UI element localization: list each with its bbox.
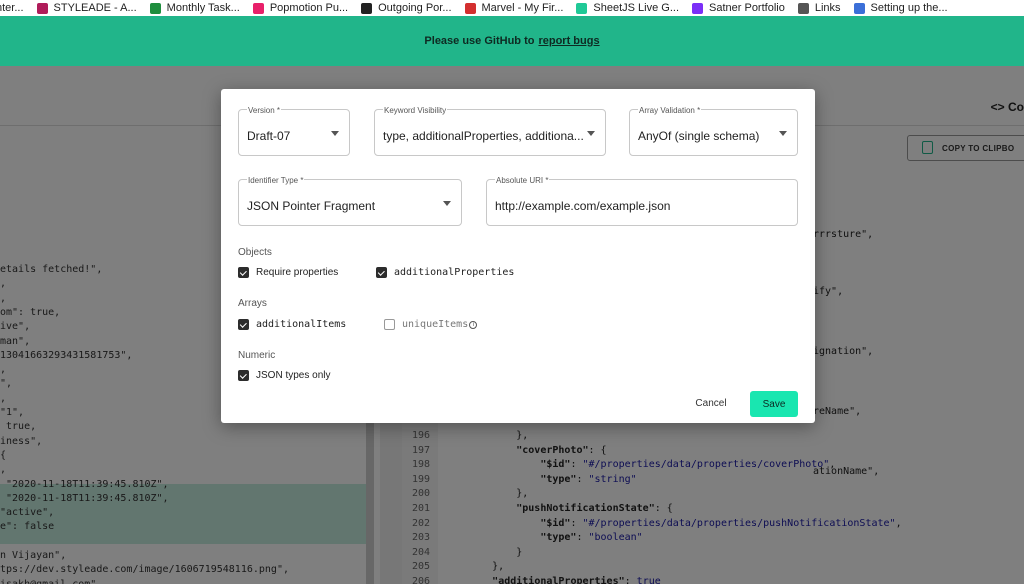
bookmark-label: Popmotion Pu... bbox=[269, 2, 349, 14]
additional-properties-checkbox[interactable]: additionalProperties bbox=[376, 267, 514, 278]
bookmark-item[interactable]: Setting up the... bbox=[853, 1, 948, 15]
numeric-section-title: Numeric bbox=[238, 350, 276, 361]
bookmark-favicon-icon bbox=[692, 2, 704, 14]
bookmark-favicon-icon bbox=[797, 2, 809, 14]
bookmark-item[interactable]: SheetJS Live G... bbox=[576, 1, 679, 15]
bookmark-item[interactable]: Outgoing Por... bbox=[361, 1, 452, 15]
checkbox-unchecked-icon bbox=[384, 319, 395, 330]
arrays-section-title: Arrays bbox=[238, 298, 267, 309]
bookmark-label: Links bbox=[814, 2, 841, 14]
absolute-uri-label: Absolute URI * bbox=[495, 176, 550, 185]
checkbox-checked-icon bbox=[238, 267, 249, 278]
unique-items-checkbox[interactable]: uniqueItems i bbox=[384, 319, 478, 330]
bookmark-label: Satner Portfolio bbox=[709, 2, 785, 14]
identifier-type-select[interactable]: Identifier Type * JSON Pointer Fragment bbox=[238, 176, 462, 226]
bookmark-item[interactable]: Monthly Task... bbox=[149, 1, 240, 15]
keyword-visibility-value: type, additionalProperties, additiona... bbox=[383, 129, 583, 143]
bookmark-item[interactable]: nter... bbox=[0, 1, 24, 15]
array-validation-value: AnyOf (single schema) bbox=[638, 129, 760, 143]
identifier-type-label: Identifier Type * bbox=[247, 176, 305, 185]
bookmark-label: nter... bbox=[0, 2, 24, 14]
bookmark-label: SheetJS Live G... bbox=[593, 2, 680, 14]
checkbox-checked-icon bbox=[238, 319, 249, 330]
absolute-uri-value: http://example.com/example.json bbox=[495, 199, 671, 213]
bookmark-favicon-icon bbox=[361, 2, 373, 14]
json-types-only-label: JSON types only bbox=[256, 370, 331, 381]
version-select[interactable]: Version * Draft-07 bbox=[238, 106, 350, 156]
bookmark-favicon-icon bbox=[149, 2, 161, 14]
bookmark-item[interactable]: STYLEADE - A... bbox=[36, 1, 137, 15]
array-validation-select[interactable]: Array Validation * AnyOf (single schema) bbox=[629, 106, 798, 156]
absolute-uri-field[interactable]: Absolute URI * http://example.com/exampl… bbox=[486, 176, 798, 226]
bookmark-item[interactable]: Marvel - My Fir... bbox=[464, 1, 564, 15]
bug-report-banner: Please use GitHub to report bugs bbox=[0, 16, 1024, 66]
bookmark-item[interactable]: Links bbox=[797, 1, 841, 15]
save-button[interactable]: Save bbox=[750, 391, 798, 417]
bookmark-favicon-icon bbox=[853, 2, 865, 14]
chevron-down-icon bbox=[443, 201, 451, 206]
bookmark-favicon-icon bbox=[36, 2, 48, 14]
bookmark-item[interactable]: Popmotion Pu... bbox=[252, 1, 349, 15]
schema-options-dialog: Version * Draft-07 Keyword Visibility ty… bbox=[221, 89, 815, 423]
cancel-button[interactable]: Cancel bbox=[687, 391, 735, 415]
additional-items-label: additionalItems bbox=[256, 319, 347, 330]
array-validation-label: Array Validation * bbox=[638, 106, 702, 115]
json-types-only-checkbox[interactable]: JSON types only bbox=[238, 370, 330, 381]
bookmarks-bar: nter... STYLEADE - A... Monthly Task... Pop… bbox=[0, 0, 1024, 16]
chevron-down-icon bbox=[779, 131, 787, 136]
bookmark-label: Monthly Task... bbox=[166, 2, 240, 14]
bookmark-favicon-icon bbox=[252, 2, 264, 14]
version-label: Version * bbox=[247, 106, 282, 115]
banner-text: Please use GitHub to bbox=[424, 35, 535, 47]
checkbox-checked-icon bbox=[376, 267, 387, 278]
bookmark-label: STYLEADE - A... bbox=[53, 2, 137, 14]
require-properties-label: Require properties bbox=[256, 267, 339, 278]
keyword-visibility-select[interactable]: Keyword Visibility type, additionalPrope… bbox=[374, 106, 606, 156]
require-properties-checkbox[interactable]: Require properties bbox=[238, 267, 338, 278]
bookmark-label: Marvel - My Fir... bbox=[481, 2, 564, 14]
objects-section-title: Objects bbox=[238, 247, 272, 258]
chevron-down-icon bbox=[587, 131, 595, 136]
bookmark-favicon-icon bbox=[576, 2, 588, 14]
keyword-visibility-label: Keyword Visibility bbox=[383, 106, 448, 115]
checkbox-checked-icon bbox=[238, 370, 249, 381]
additional-items-checkbox[interactable]: additionalItems bbox=[238, 319, 346, 330]
report-bugs-link[interactable]: report bugs bbox=[538, 35, 599, 47]
chevron-down-icon bbox=[331, 131, 339, 136]
bookmark-label: Outgoing Por... bbox=[378, 2, 452, 14]
info-icon[interactable]: i bbox=[469, 320, 478, 329]
bookmark-item[interactable]: Satner Portfolio bbox=[692, 1, 785, 15]
additional-properties-label: additionalProperties bbox=[394, 267, 515, 278]
identifier-type-value: JSON Pointer Fragment bbox=[247, 199, 376, 213]
bookmark-label: Setting up the... bbox=[870, 2, 948, 14]
version-value: Draft-07 bbox=[247, 129, 291, 143]
unique-items-label: uniqueItems bbox=[402, 319, 469, 330]
bookmark-favicon-icon bbox=[464, 2, 476, 14]
